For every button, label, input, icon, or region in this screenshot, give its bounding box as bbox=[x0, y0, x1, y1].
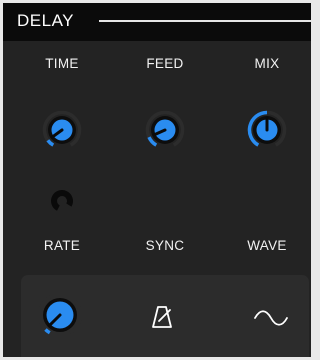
metronome-icon[interactable] bbox=[151, 305, 175, 331]
feed-knob[interactable] bbox=[145, 110, 185, 150]
link-ring-icon[interactable] bbox=[50, 189, 74, 213]
mix-label: MIX bbox=[254, 56, 280, 71]
rate-label: RATE bbox=[43, 238, 81, 253]
mix-knob[interactable] bbox=[247, 110, 287, 150]
rate-knob[interactable] bbox=[37, 292, 83, 338]
header-divider bbox=[99, 20, 311, 22]
panel-title: DELAY bbox=[17, 11, 74, 30]
sine-wave-icon[interactable] bbox=[253, 308, 289, 328]
knob-value-arc bbox=[44, 328, 51, 335]
delay-panel: DELAY TIME FEED MIX RATE SYNC WAVE bbox=[3, 3, 311, 357]
time-label: TIME bbox=[45, 56, 79, 71]
time-knob[interactable] bbox=[42, 110, 82, 150]
panel-header: DELAY bbox=[3, 3, 311, 41]
knob-value-arc bbox=[46, 139, 55, 147]
wave-label: WAVE bbox=[247, 238, 287, 253]
feed-label: FEED bbox=[146, 56, 184, 71]
sync-label: SYNC bbox=[145, 238, 185, 253]
